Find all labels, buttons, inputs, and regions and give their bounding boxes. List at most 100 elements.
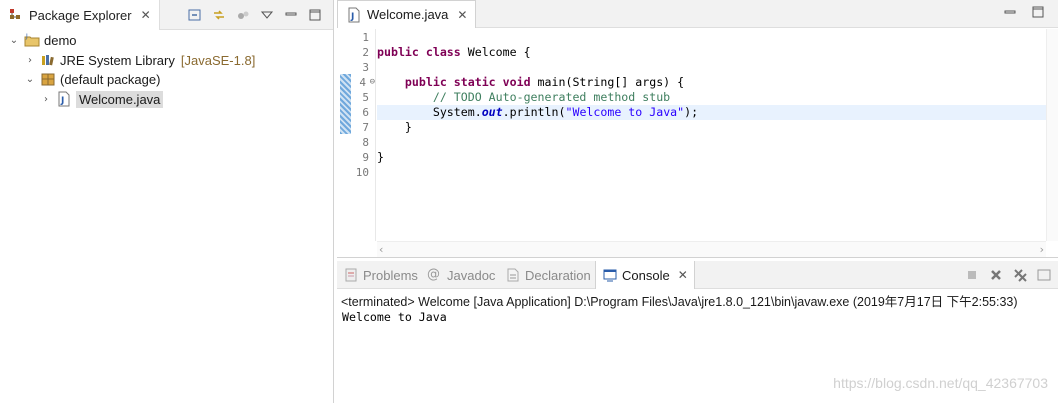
declaration-icon [505,267,521,283]
tab-label: Declaration [525,267,591,283]
string-literal: "Welcome to Java" [565,105,685,119]
at-icon: @ [427,267,440,282]
java-editor: J Welcome.java ✕ 1 2 3 4 ⊖ 5 6 7 8 9 10 … [337,0,1058,258]
horizontal-scrollbar[interactable]: ‹ › [377,241,1046,257]
tree-item-welcome-java[interactable]: › J Welcome.java [40,89,164,109]
scroll-right-icon[interactable]: › [1040,243,1044,256]
tree-item-label: demo [44,32,77,48]
line-number-gutter: 1 2 3 4 ⊖ 5 6 7 8 9 10 [352,29,376,241]
static-field: out [481,105,503,119]
tab-label: Problems [363,267,418,283]
svg-text:J: J [350,12,354,22]
link-with-editor-icon[interactable] [211,7,227,23]
package-explorer-icon [8,7,24,23]
vertical-scrollbar[interactable] [1046,29,1058,241]
code-area[interactable]: 1 2 3 4 ⊖ 5 6 7 8 9 10 public class Welc… [337,29,1058,241]
line-number: 8 [362,136,369,149]
editor-tab-welcome-java[interactable]: J Welcome.java ✕ [337,0,477,28]
minimize-icon[interactable] [283,7,299,23]
line-number: 3 [362,61,369,74]
tab-label: Javadoc [447,267,496,283]
package-explorer-view: Package Explorer ✕ ⌄ J demo › JRE System… [0,0,334,403]
code-line-7: } [377,120,412,134]
collapsed-twisty-icon[interactable]: › [24,54,36,66]
jre-version-decoration: [JavaSE-1.8] [180,52,256,68]
console-toolbar [964,267,1052,283]
scroll-left-icon[interactable]: ‹ [379,243,383,256]
code-line-5-comment: // TODO Auto-generated method stub [377,90,671,104]
package-explorer-title: Package Explorer [29,7,132,23]
package-explorer-toolbar [187,7,323,23]
editor-tabbar: J Welcome.java ✕ [337,0,1058,28]
code-text-span: Welcome { [460,45,531,59]
console-view: Problems @ Javadoc Declaration Console ✕ [337,261,1058,403]
code-line-4: public static void main(String[] args) { [377,75,1048,90]
svg-text:J: J [60,96,64,106]
code-line-9: } [377,150,384,164]
remove-launch-icon[interactable] [988,267,1004,283]
console-icon [602,267,618,283]
view-menu-icon[interactable] [259,7,275,23]
code-line-2: public class Welcome { [377,45,1048,60]
collapsed-twisty-icon[interactable]: › [40,93,52,105]
tree-item-demo[interactable]: ⌄ J demo [8,30,77,50]
java-file-icon: J [346,7,362,23]
library-icon [40,52,56,68]
package-icon [40,71,56,87]
collapse-all-icon[interactable] [187,7,203,23]
tab-declaration[interactable]: Declaration [499,261,597,289]
svg-text:J: J [25,33,28,40]
watermark: https://blog.csdn.net/qq_42367703 [833,375,1048,391]
close-icon[interactable]: ✕ [457,8,467,22]
maximize-icon[interactable] [1032,6,1044,18]
line-number: 6 [362,106,369,119]
tab-console[interactable]: Console ✕ [595,261,695,289]
code-text-span: .println( [502,105,566,119]
code-text-span: System. [377,105,482,119]
console-output[interactable]: Welcome to Java [342,310,447,324]
console-launch-status: <terminated> Welcome [Java Application] … [341,295,1018,309]
fold-collapse-icon[interactable]: ⊖ [370,75,375,90]
code-text-span: main(String[] args) { [530,75,685,89]
line-number: 4 [359,76,366,89]
console-tabbar: Problems @ Javadoc Declaration Console ✕ [337,261,1058,289]
tree-item-label: Welcome.java [76,90,164,108]
java-file-icon: J [56,91,72,107]
tree-item-label: JRE System Library [60,52,175,68]
override-marker [340,74,351,134]
line-number: 1 [362,31,369,44]
line-number: 7 [362,121,369,134]
editor-window-buttons [1004,6,1044,18]
tab-problems[interactable]: Problems [337,261,424,289]
tree-item-jre-system-library[interactable]: › JRE System Library [JavaSE-1.8] [24,50,255,70]
focus-on-active-task-icon[interactable] [235,7,251,23]
line-number: 5 [362,91,369,104]
java-project-icon: J [24,32,40,48]
tab-label: Console [622,267,670,283]
problems-icon [343,267,359,283]
line-number: 9 [362,151,369,164]
expanded-twisty-icon[interactable]: ⌄ [8,34,20,46]
package-explorer-tabbar: Package Explorer ✕ [0,0,333,30]
overview-ruler [337,29,352,241]
tree-item-label: (default package) [60,71,161,87]
console-menu-icon[interactable] [1036,267,1052,283]
keyword: public static void [404,75,531,89]
line-number: 2 [362,46,369,59]
keyword: public class [377,45,461,59]
tree-item-default-package[interactable]: ⌄ (default package) [24,69,161,89]
tab-javadoc[interactable]: @ Javadoc [421,261,501,289]
line-number: 10 [355,166,369,179]
terminate-icon[interactable] [964,267,980,283]
maximize-icon[interactable] [307,7,323,23]
editor-tab-label: Welcome.java [367,7,449,22]
close-icon[interactable]: ✕ [141,8,151,22]
remove-all-terminated-icon[interactable] [1012,267,1028,283]
package-explorer-tab[interactable]: Package Explorer ✕ [0,0,160,30]
code-line-6-current: System.out.println("Welcome to Java"); [377,105,1048,120]
minimize-icon[interactable] [1004,6,1016,18]
expanded-twisty-icon[interactable]: ⌄ [24,73,36,85]
code-text[interactable]: public class Welcome { public static voi… [377,29,1048,241]
close-icon[interactable]: ✕ [678,268,688,282]
